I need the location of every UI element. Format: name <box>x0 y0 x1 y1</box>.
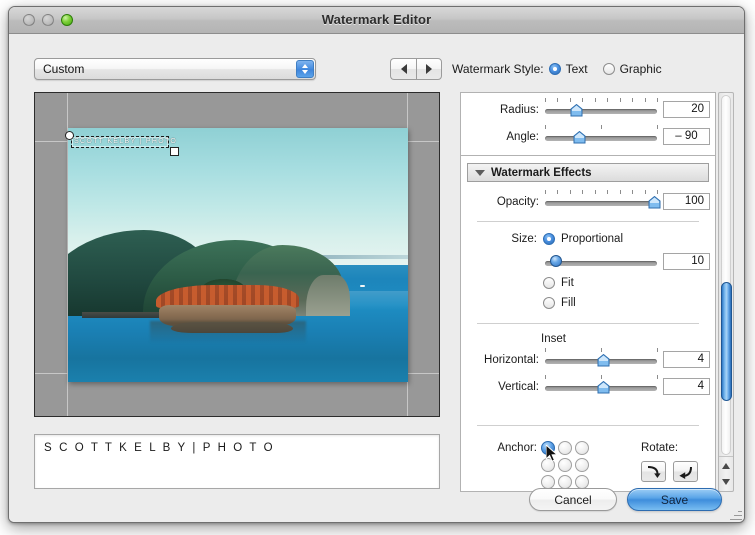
radius-slider[interactable] <box>545 97 658 117</box>
inset-vertical-value[interactable]: 4 <box>663 378 710 395</box>
next-button[interactable] <box>416 58 442 80</box>
scroll-up-icon[interactable] <box>722 463 730 469</box>
resize-grip[interactable] <box>728 507 742 521</box>
watermark-options-panel: Radius: 20 Angle: – 90 Watermark Effects… <box>460 92 716 492</box>
anchor-cell-top-center[interactable] <box>558 441 572 455</box>
inset-horizontal-slider[interactable] <box>545 347 658 367</box>
preview-stage[interactable]: SCOTT KELBY | PHOTO <box>34 92 440 417</box>
right-arrow-icon <box>426 64 432 74</box>
left-arrow-icon <box>400 64 407 74</box>
size-slider[interactable] <box>545 254 657 269</box>
watermark-effects-title: Watermark Effects <box>491 166 592 179</box>
size-slider-row: 10 <box>461 253 715 270</box>
save-button[interactable]: Save <box>627 488 722 511</box>
anchor-cell-middle-right[interactable] <box>575 458 589 472</box>
dialog-content: Custom Watermark Style: Text Graphic SCO… <box>9 34 744 522</box>
size-row: Size: Proportional <box>501 233 623 245</box>
size-fit-row: Fit <box>543 277 574 289</box>
size-label: Size: <box>511 233 537 245</box>
preset-popup-button[interactable]: Custom <box>34 58 316 80</box>
radio-watermark-style-text[interactable] <box>548 63 561 75</box>
anchor-cell-middle-center[interactable] <box>558 458 572 472</box>
panel-scrollbar[interactable] <box>718 92 734 492</box>
scrollbar-thumb[interactable] <box>721 282 732 401</box>
watermark-style-group: Watermark Style: Text Graphic <box>452 62 712 76</box>
window-title: Watermark Editor <box>321 12 432 27</box>
previous-button[interactable] <box>390 58 416 80</box>
radio-size-fit[interactable] <box>543 277 555 289</box>
rotate-label: Rotate: <box>641 442 679 454</box>
dialog-footer: Cancel Save <box>9 477 744 522</box>
size-fit-label: Fit <box>561 277 574 289</box>
radius-label: Radius: <box>500 103 539 116</box>
opacity-label: Opacity: <box>496 195 539 208</box>
preset-nav-buttons <box>390 58 442 80</box>
radio-watermark-style-graphic[interactable] <box>602 63 615 75</box>
updown-stepper-icon[interactable] <box>296 60 314 78</box>
opacity-row: Opacity: 100 <box>461 189 715 210</box>
radius-value[interactable]: 20 <box>663 101 710 118</box>
watermark-editor-window: Watermark Editor Custom Watermark Style:… <box>8 6 745 523</box>
watermark-style-label: Watermark Style: <box>452 62 544 76</box>
inset-vertical-label: Vertical: <box>498 380 539 393</box>
scrollbar-track[interactable] <box>721 95 731 455</box>
inset-label: Inset <box>541 333 566 345</box>
window-titlebar: Watermark Editor <box>9 7 744 34</box>
anchor-label: Anchor: <box>497 442 537 454</box>
angle-slider[interactable] <box>545 124 658 144</box>
anchor-cell-top-right[interactable] <box>575 441 589 455</box>
angle-label: Angle: <box>506 130 539 143</box>
anchor-cell-middle-left[interactable] <box>541 458 555 472</box>
watermark-style-graphic-label: Graphic <box>619 62 662 76</box>
size-value[interactable]: 10 <box>663 253 710 270</box>
angle-row: Angle: – 90 <box>461 124 715 145</box>
inset-vertical-row: Vertical: 4 <box>461 374 715 395</box>
disclosure-triangle-icon[interactable] <box>475 169 485 176</box>
opacity-slider[interactable] <box>545 189 661 209</box>
preset-popup-value: Custom <box>43 62 85 76</box>
watermark-text-value: S C O T T K E L B Y | P H O T O <box>44 442 275 454</box>
resize-handle[interactable] <box>170 147 179 156</box>
opacity-value[interactable]: 100 <box>663 193 710 210</box>
size-fill-label: Fill <box>561 297 576 309</box>
rotate-handle[interactable] <box>65 131 74 140</box>
inset-horizontal-label: Horizontal: <box>484 353 539 366</box>
radio-size-fill[interactable] <box>543 297 555 309</box>
inset-vertical-slider[interactable] <box>545 374 658 394</box>
inset-horizontal-value[interactable]: 4 <box>663 351 710 368</box>
cancel-button[interactable]: Cancel <box>529 488 617 511</box>
watermark-effects-header[interactable]: Watermark Effects <box>467 163 709 182</box>
inset-horizontal-row: Horizontal: 4 <box>461 347 715 368</box>
anchor-cell-top-left[interactable] <box>541 441 555 455</box>
radius-row: Radius: 20 <box>461 97 715 118</box>
size-fill-row: Fill <box>543 297 576 309</box>
watermark-overlay-selection[interactable]: SCOTT KELBY | PHOTO <box>65 131 179 156</box>
size-proportional-label: Proportional <box>561 233 624 245</box>
radio-size-proportional[interactable] <box>543 233 555 245</box>
preview-photo <box>68 128 408 382</box>
watermark-overlay-text: SCOTT KELBY | PHOTO <box>74 138 178 145</box>
watermark-style-text-label: Text <box>565 62 588 76</box>
angle-value[interactable]: – 90 <box>663 128 710 145</box>
